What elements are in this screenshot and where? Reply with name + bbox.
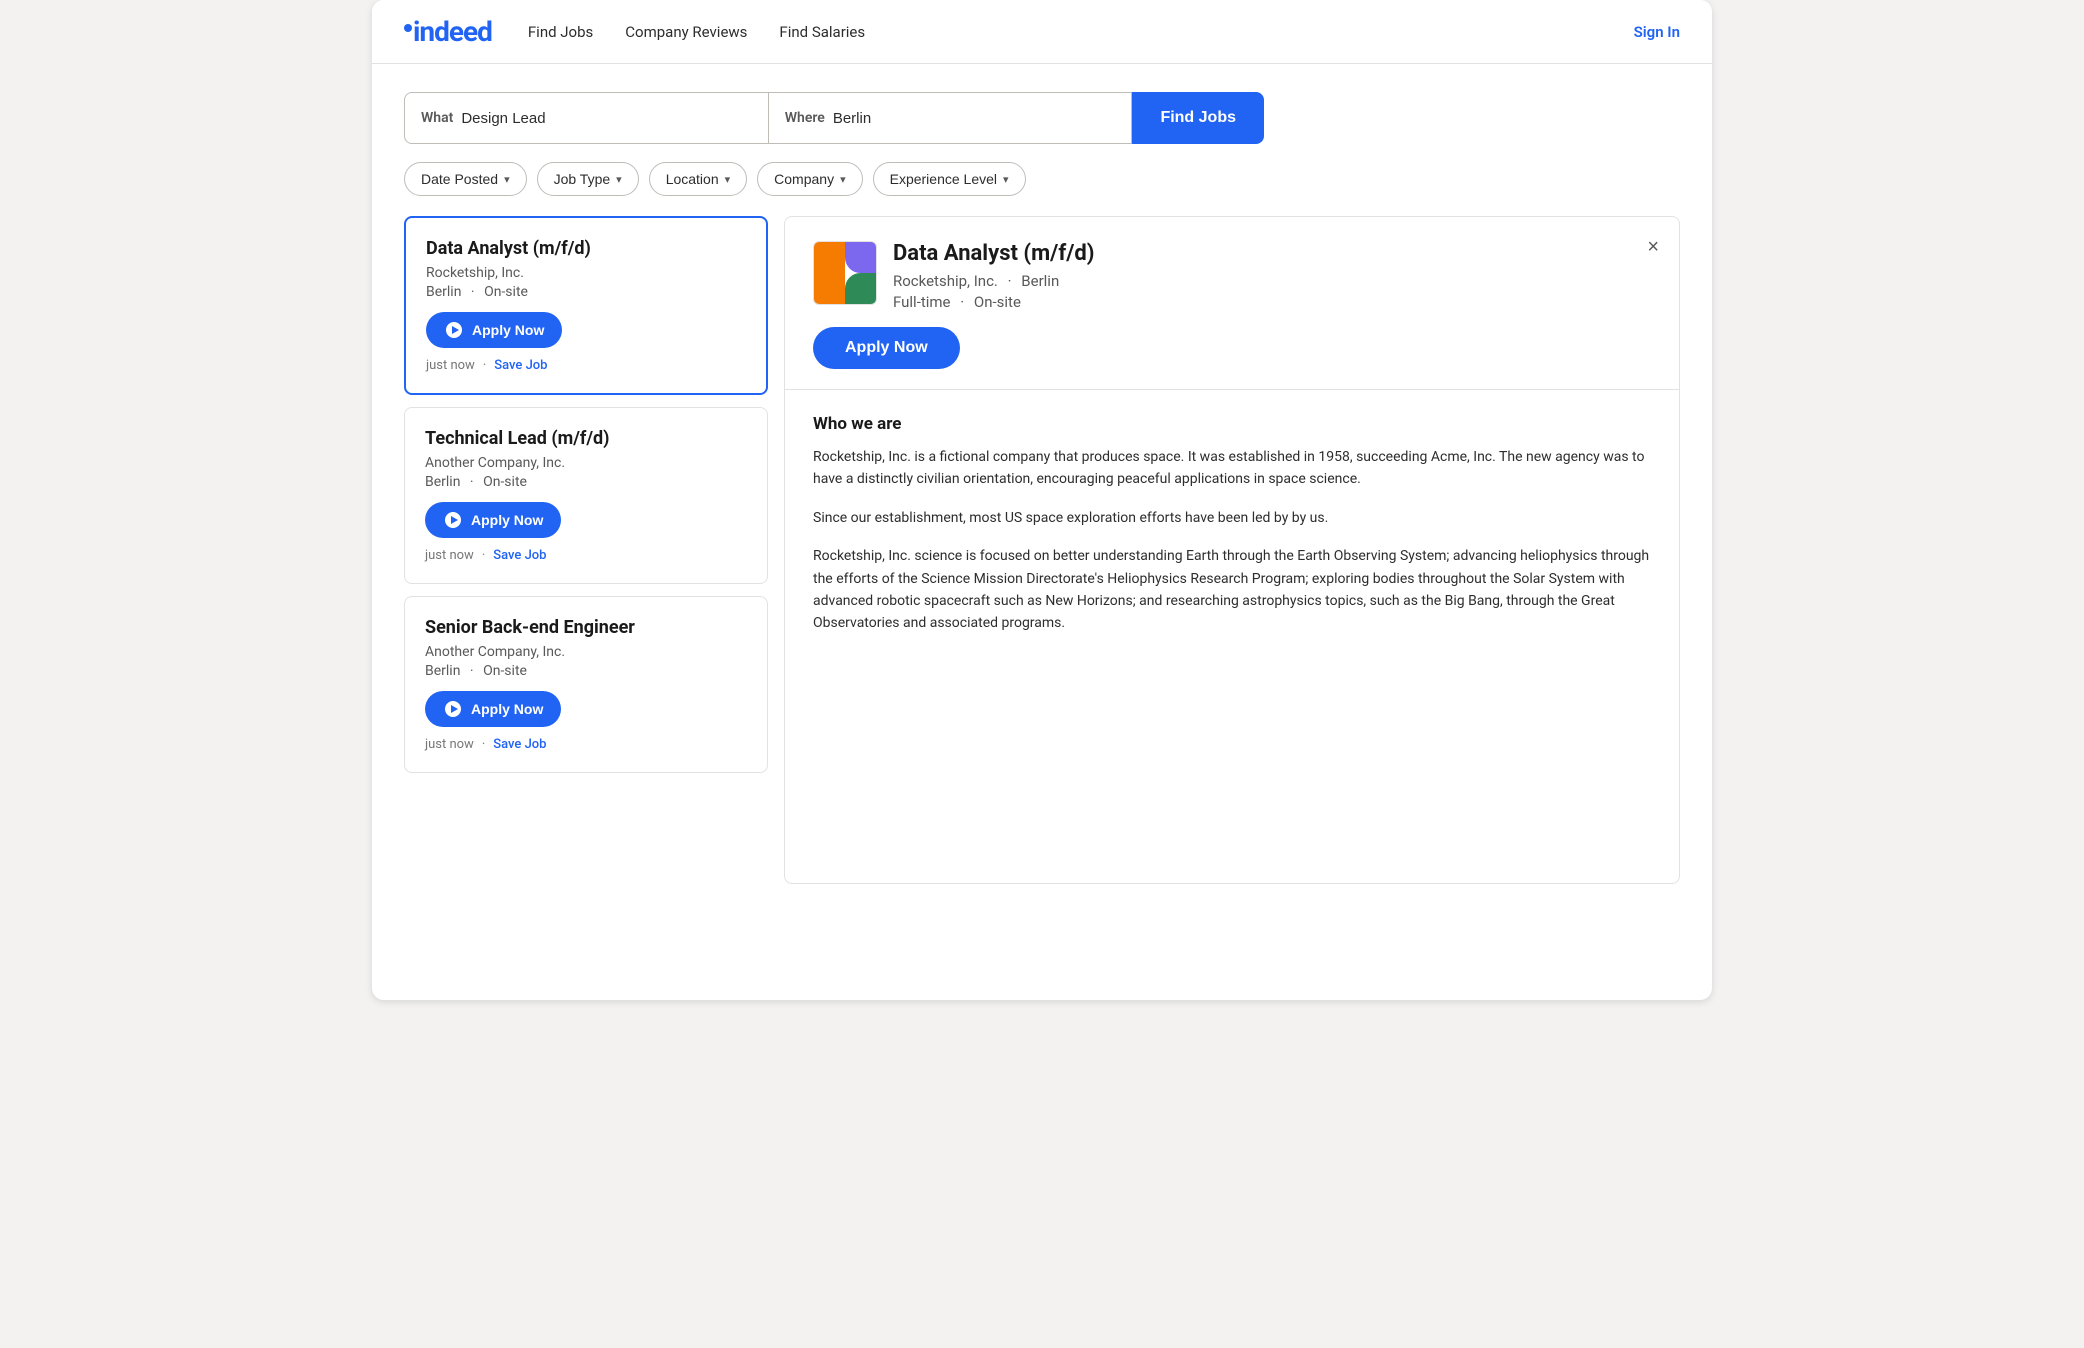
apply-button-1[interactable]: Apply Now [426, 312, 562, 348]
logo-left [814, 242, 845, 304]
who-we-are-title: Who we are [813, 414, 1651, 434]
filters-bar: Date Posted ▾ Job Type ▾ Location ▾ Comp… [372, 144, 1712, 216]
save-job-link-2[interactable]: Save Job [493, 548, 546, 563]
search-section: What Where Find Jobs [372, 64, 1712, 144]
where-input-group: Where [769, 92, 1133, 144]
logo-right [845, 242, 876, 304]
play-icon [443, 699, 463, 719]
navbar: indeed Find Jobs Company Reviews Find Sa… [372, 0, 1712, 64]
chevron-down-icon: ▾ [616, 173, 622, 186]
save-job-link-1[interactable]: Save Job [494, 358, 547, 373]
job-card-2[interactable]: Technical Lead (m/f/d) Another Company, … [404, 407, 768, 584]
filter-job-type[interactable]: Job Type ▾ [537, 162, 639, 196]
detail-job-type: Full-time · On-site [893, 293, 1651, 311]
detail-header-top: Data Analyst (m/f/d) Rocketship, Inc. · … [813, 241, 1651, 311]
job-list: Data Analyst (m/f/d) Rocketship, Inc. Be… [404, 216, 784, 884]
detail-title-section: Data Analyst (m/f/d) Rocketship, Inc. · … [893, 241, 1651, 311]
main-content: Data Analyst (m/f/d) Rocketship, Inc. Be… [372, 216, 1712, 916]
where-label: Where [785, 110, 825, 126]
logo-dot-icon [404, 24, 412, 32]
job-title-3: Senior Back-end Engineer [425, 617, 747, 638]
find-jobs-button[interactable]: Find Jobs [1132, 92, 1264, 144]
job-company-3: Another Company, Inc. [425, 644, 747, 660]
apply-button-2[interactable]: Apply Now [425, 502, 561, 538]
nav-find-salaries[interactable]: Find Salaries [779, 23, 865, 41]
footer-separator-2: · [482, 548, 485, 563]
close-button[interactable]: × [1647, 237, 1659, 257]
posted-time-3: just now [425, 737, 474, 752]
who-we-are-para-2: Since our establishment, most US space e… [813, 507, 1651, 529]
filter-experience-level[interactable]: Experience Level ▾ [873, 162, 1026, 196]
job-card-3[interactable]: Senior Back-end Engineer Another Company… [404, 596, 768, 773]
job-card-1[interactable]: Data Analyst (m/f/d) Rocketship, Inc. Be… [404, 216, 768, 395]
logo-right-bottom [845, 273, 876, 304]
posted-time-2: just now [425, 548, 474, 563]
who-we-are-para-1: Rocketship, Inc. is a fictional company … [813, 446, 1651, 491]
nav-find-jobs[interactable]: Find Jobs [528, 23, 593, 41]
job-location-2: Berlin · On-site [425, 474, 747, 490]
footer-separator-1: · [483, 358, 486, 373]
logo-right-top [845, 242, 876, 273]
job-title-2: Technical Lead (m/f/d) [425, 428, 747, 449]
job-detail-header: × Data Analyst (m/f/d) Rocketship, Inc. [785, 217, 1679, 390]
filter-date-posted[interactable]: Date Posted ▾ [404, 162, 527, 196]
detail-company-info: Rocketship, Inc. · Berlin [893, 272, 1651, 290]
card-footer-1: just now · Save Job [426, 358, 746, 373]
posted-time-1: just now [426, 358, 475, 373]
chevron-down-icon: ▾ [725, 173, 731, 186]
job-title-1: Data Analyst (m/f/d) [426, 238, 746, 259]
nav-company-reviews[interactable]: Company Reviews [625, 23, 747, 41]
where-input[interactable] [833, 110, 1116, 127]
nav-links: Find Jobs Company Reviews Find Salaries [528, 23, 1634, 41]
card-footer-2: just now · Save Job [425, 548, 747, 563]
what-input-group: What [404, 92, 769, 144]
search-bar: What Where Find Jobs [404, 92, 1264, 144]
play-icon [444, 320, 464, 340]
apply-now-button-detail[interactable]: Apply Now [813, 327, 960, 369]
play-icon [443, 510, 463, 530]
chevron-down-icon: ▾ [840, 173, 846, 186]
apply-button-3[interactable]: Apply Now [425, 691, 561, 727]
job-detail-panel: × Data Analyst (m/f/d) Rocketship, Inc. [784, 216, 1680, 884]
company-logo [813, 241, 877, 305]
logo[interactable]: indeed [404, 15, 492, 48]
sign-in-link[interactable]: Sign In [1634, 23, 1680, 41]
detail-job-title: Data Analyst (m/f/d) [893, 241, 1651, 266]
job-location-3: Berlin · On-site [425, 663, 747, 679]
chevron-down-icon: ▾ [504, 173, 510, 186]
job-company-1: Rocketship, Inc. [426, 265, 746, 281]
chevron-down-icon: ▾ [1003, 173, 1009, 186]
filter-company[interactable]: Company ▾ [757, 162, 862, 196]
what-label: What [421, 110, 453, 126]
footer-separator-3: · [482, 737, 485, 752]
job-detail-body: Who we are Rocketship, Inc. is a fiction… [785, 390, 1679, 675]
save-job-link-3[interactable]: Save Job [493, 737, 546, 752]
who-we-are-para-3: Rocketship, Inc. science is focused on b… [813, 545, 1651, 635]
logo-text: indeed [413, 15, 492, 48]
filter-location[interactable]: Location ▾ [649, 162, 747, 196]
card-footer-3: just now · Save Job [425, 737, 747, 752]
what-input[interactable] [461, 110, 751, 127]
job-location-1: Berlin · On-site [426, 284, 746, 300]
job-company-2: Another Company, Inc. [425, 455, 747, 471]
